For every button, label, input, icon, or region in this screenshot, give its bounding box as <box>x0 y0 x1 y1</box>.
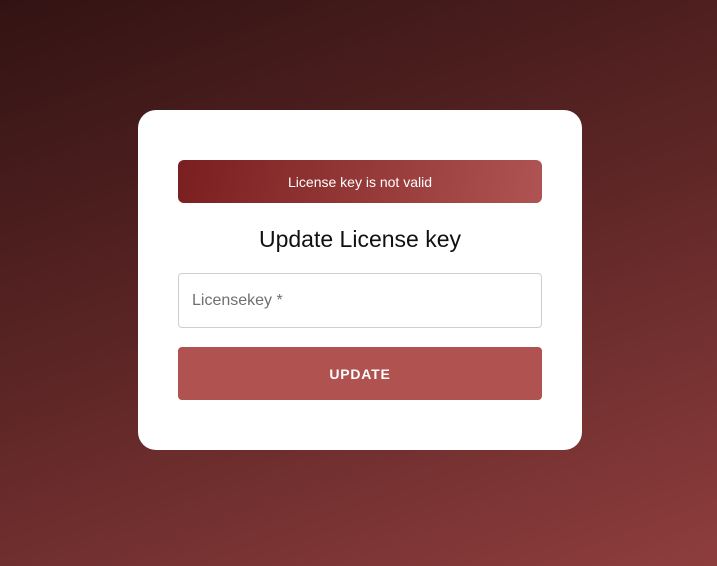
update-button[interactable]: UPDATE <box>178 347 542 400</box>
licensekey-placeholder: Licensekey * <box>192 291 283 309</box>
page-title: Update License key <box>258 226 461 252</box>
error-alert: License key is not valid <box>178 160 542 203</box>
license-card: License key is not valid Update License … <box>138 110 582 450</box>
licensekey-input[interactable]: Licensekey * <box>178 273 542 328</box>
error-message: License key is not valid <box>288 173 432 190</box>
